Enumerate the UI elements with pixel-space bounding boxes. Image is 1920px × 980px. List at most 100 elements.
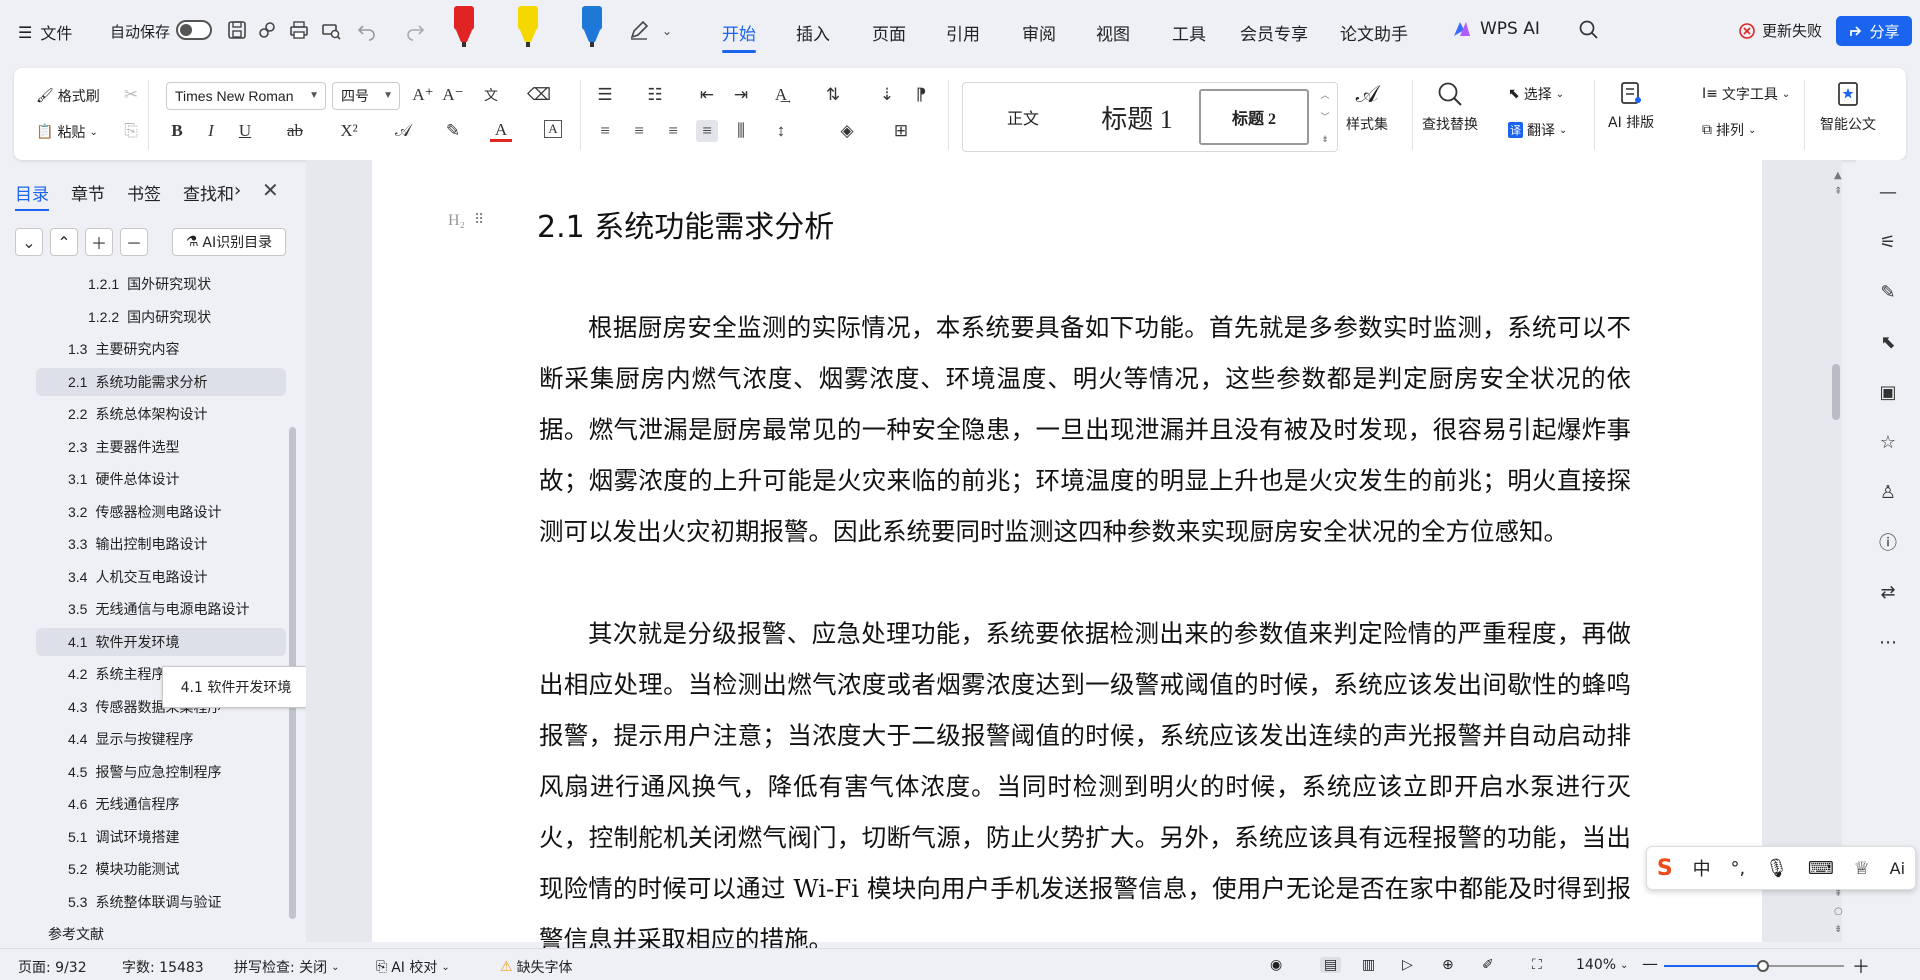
bullet-list-icon[interactable]: ☰ [594,84,616,106]
style-scroll-arrows-icon[interactable]: ︿ ﹀ ⇟ [1317,85,1333,151]
section-heading[interactable]: 2.1 系统功能需求分析 [537,202,834,246]
missing-font-warning[interactable]: ⚠ 缺失字体 [500,957,573,977]
ai-recognize-toc-button[interactable]: ⚗ AI识别目录 [172,228,286,256]
adjust-icon[interactable]: ⚟ [1876,230,1900,254]
borders-icon[interactable]: ⊞ [890,120,912,142]
collapse-sidebar-icon[interactable]: — [1876,180,1900,204]
font-size-select[interactable]: 四号 ▼ [332,82,400,110]
underline-icon[interactable]: U [234,120,256,142]
copy-icon[interactable]: ⎘ [120,120,142,142]
add-toc-level-button[interactable]: ＋ [85,228,113,256]
tab-page[interactable]: 页面 [872,20,906,45]
skin-icon[interactable]: ♕ [1854,858,1870,879]
paragraph-2[interactable]: 其次就是分级报警、应急处理功能，系统要依据检测出来的参数值来判定险情的严重程度，… [539,608,1631,948]
zoom-level[interactable]: 140% ⌄ [1576,957,1628,973]
tab-view[interactable]: 视图 [1096,20,1130,45]
search-icon[interactable] [1578,19,1602,43]
arrange-button[interactable]: ⧉ 排列 ⌄ [1702,120,1756,140]
select-button[interactable]: ⬉ 选择 ⌄ [1508,84,1564,104]
shirt-icon[interactable]: ♙ [1876,480,1900,504]
text-direction-icon[interactable]: A͢ [770,84,792,106]
file-menu[interactable]: ☰ 文件 [18,20,72,44]
align-right-icon[interactable]: ≡ [662,120,684,142]
format-painter-button[interactable]: 🖌 格式刷 [36,86,100,106]
smart-doc-button[interactable]: 智能公文 [1820,80,1876,134]
shading-icon[interactable]: ◈ [836,120,858,142]
eye-protection-icon[interactable]: ◉ [1270,957,1282,973]
style-heading2[interactable]: 标题 2 [1199,89,1309,145]
decrease-font-icon[interactable]: A⁻ [442,84,464,106]
line-spacing-icon[interactable]: ↕ [770,120,792,142]
toc-item[interactable]: 3.3 输出控制电路设计 [68,530,207,558]
tab-member[interactable]: 会员专享 [1240,20,1308,45]
numbered-list-icon[interactable]: ☷ [644,84,666,106]
help-icon[interactable]: ⓘ [1876,530,1900,554]
line-sort-icon[interactable]: ⇣ [876,84,898,106]
toc-item[interactable]: 4.6 无线通信程序 [68,790,179,818]
toc-item[interactable]: 3.2 传感器检测电路设计 [68,498,221,526]
nav-tab-chapters[interactable]: 章节 [71,180,105,205]
ai-layout-button[interactable]: AI 排版 [1608,80,1654,132]
toc-item[interactable]: 5.2 模块功能测试 [68,855,179,883]
sort-icon[interactable]: ⇅ [822,84,844,106]
select-browse-icon[interactable]: ○ [1834,906,1843,917]
keyboard-icon[interactable]: ⌨ [1808,858,1834,879]
print-icon[interactable] [288,19,312,43]
tab-review[interactable]: 审阅 [1022,20,1056,45]
document-scrollbar-thumb[interactable] [1832,364,1840,420]
star-icon[interactable]: ☆ [1876,430,1900,454]
increase-font-icon[interactable]: A⁺ [412,84,434,106]
show-marks-icon[interactable]: ⁋ [910,84,932,106]
nav-tab-bookmarks[interactable]: 书签 [127,180,161,205]
toc-item[interactable]: 2.1 系统功能需求分析 [36,367,286,396]
spell-check-status[interactable]: 拼写检查: 关闭 ⌄ [234,957,340,977]
align-justify-icon[interactable]: ≡ [696,120,718,142]
tab-references[interactable]: 引用 [946,20,980,45]
decrease-indent-icon[interactable]: ⇤ [696,84,718,106]
toc-item[interactable]: 3.5 无线通信与电源电路设计 [68,595,249,623]
zoom-out-icon[interactable]: — [1642,954,1658,973]
tab-tools[interactable]: 工具 [1172,20,1206,45]
translate-button[interactable]: 译翻译 ⌄ [1508,120,1567,140]
font-color-icon[interactable]: A [490,120,512,142]
font-name-select[interactable]: Times New Roman ▼ [166,82,326,110]
drag-handle-icon[interactable]: ⠿ [474,212,484,228]
cut-icon[interactable]: ✂ [120,84,142,106]
distributed-align-icon[interactable]: ⫼ [730,120,752,142]
select-cursor-icon[interactable]: ⬉ [1876,330,1900,354]
tab-insert[interactable]: 插入 [796,20,830,45]
tab-thesis-assistant[interactable]: 论文助手 [1340,20,1408,45]
redo-icon[interactable] [404,19,428,43]
align-left-icon[interactable]: ≡ [594,120,616,142]
punctuation-icon[interactable]: °, [1731,858,1746,879]
close-icon[interactable]: ✕ [262,178,279,202]
nav-tab-find[interactable]: 查找和 [183,180,235,205]
clear-format-icon[interactable]: ⌫ [527,84,551,106]
toc-item[interactable]: 5.3 系统整体联调与验证 [68,888,221,916]
autosave-toggle[interactable] [176,20,212,40]
toc-item[interactable]: 1.2.1 国外研究现状 [88,270,211,298]
ai-proofread-button[interactable]: ⎘ AI 校对 ⌄ [376,957,450,977]
toc-item[interactable]: 4.4 显示与按键程序 [68,725,193,753]
toc-item[interactable]: 3.4 人机交互电路设计 [68,563,207,591]
toc-item[interactable]: 2.2 系统总体架构设计 [68,400,207,428]
increase-indent-icon[interactable]: ⇥ [730,84,752,106]
yellow-highlighter-icon[interactable] [514,4,542,48]
pen-dropdown-icon[interactable]: ⌄ [662,24,686,48]
page-view-icon[interactable]: ▤ [1320,957,1342,973]
red-highlighter-icon[interactable] [450,4,478,48]
link-icon[interactable] [256,19,280,43]
char-border-icon[interactable]: A [544,120,562,138]
toc-item[interactable]: 1.3 主要研究内容 [68,335,179,363]
scroll-up-icon[interactable]: ▲ [1834,170,1842,181]
collapse-up-button[interactable]: ⌃ [50,228,78,256]
text-effect-icon[interactable]: 𝒜 [392,120,414,142]
blue-highlighter-icon[interactable] [578,4,606,48]
edit-icon[interactable]: ✎ [1876,280,1900,304]
globe-icon[interactable]: ⊕ [1442,957,1454,973]
paragraph-1[interactable]: 根据厨房安全监测的实际情况，本系统要具备如下功能。首先就是多参数实时监测，系统可… [539,302,1631,557]
toc-item[interactable]: 5.1 调试环境搭建 [68,823,179,851]
undo-icon[interactable] [356,19,380,43]
remove-toc-level-button[interactable]: － [120,228,148,256]
wps-ai-button[interactable]: WPS AI [1452,19,1540,39]
